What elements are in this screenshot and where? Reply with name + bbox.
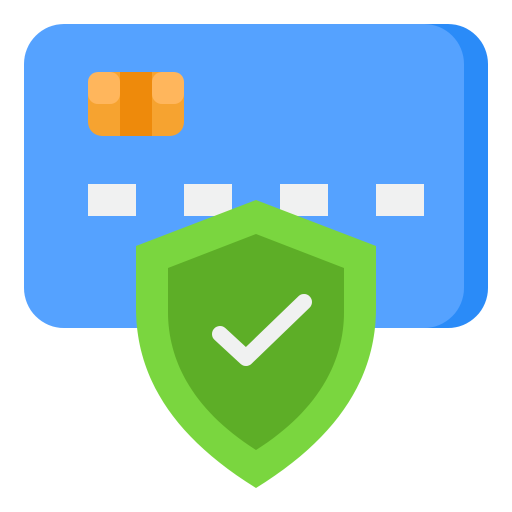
chip-highlight-right (152, 72, 184, 104)
card-number-block (376, 184, 424, 216)
card-chip-icon (88, 72, 184, 136)
shield-icon (136, 200, 376, 488)
secure-payment-illustration (0, 0, 512, 512)
card-number-block (88, 184, 136, 216)
chip-highlight-left (88, 72, 120, 104)
card-number-block (280, 184, 328, 216)
chip-center-band (120, 72, 152, 136)
card-number-block (184, 184, 232, 216)
secure-payment-graphic (24, 24, 488, 488)
